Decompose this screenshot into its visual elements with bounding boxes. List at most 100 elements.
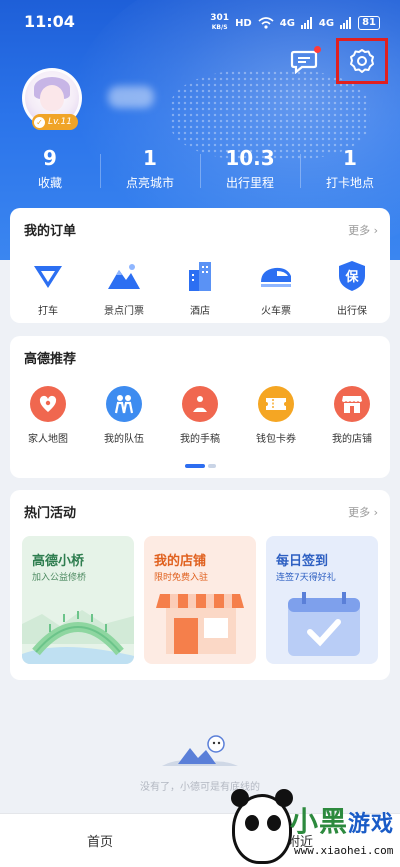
- panda-mascot: [231, 789, 293, 864]
- shield-icon: 保: [339, 261, 365, 291]
- orders-title: 我的订单: [24, 224, 77, 239]
- order-label: 打车: [38, 306, 58, 317]
- activity-subtitle: 连签7天得好礼: [276, 573, 336, 583]
- chevron-right-icon: ›: [373, 506, 378, 519]
- panda-eye: [267, 815, 281, 831]
- brand-main: 小黑: [290, 805, 349, 838]
- page-dot-active: [185, 464, 205, 468]
- stats-row: 9 收藏 1 点亮城市 10.3 出行里程 1 打卡地点: [0, 146, 400, 196]
- activity-subtitle: 限时免费入驻: [154, 573, 209, 583]
- gear-icon: [350, 49, 374, 73]
- order-item-tickets[interactable]: 景点门票: [86, 258, 162, 317]
- hotel-icon: [189, 262, 211, 291]
- activity-title: 每日签到: [276, 554, 329, 569]
- order-label: 景点门票: [104, 306, 144, 317]
- stat-value: 9: [43, 146, 57, 170]
- page-dot: [208, 464, 216, 468]
- avatar-face: [40, 85, 64, 111]
- stat-label: 打卡地点: [325, 176, 374, 190]
- unread-dot: [314, 46, 321, 53]
- order-item-hotel[interactable]: 酒店: [162, 258, 238, 317]
- orders-card: 我的订单 更多 › 打车 景点门票 酒店 火车票 保 出行保: [10, 208, 390, 323]
- order-label: 酒店: [190, 306, 210, 317]
- wifi-icon: [258, 17, 274, 29]
- recommend-item-team[interactable]: 我的队伍: [86, 386, 162, 445]
- more-label: 更多: [348, 506, 371, 519]
- signal-bars-icon-2: [340, 17, 352, 29]
- team-icon: [114, 395, 134, 414]
- signal-1: 4G: [279, 17, 295, 29]
- order-item-taxi[interactable]: 打车: [10, 258, 86, 317]
- signal-2: 4G: [318, 17, 335, 29]
- activity-shop[interactable]: 我的店铺 限时免费入驻: [144, 536, 256, 664]
- message-icon: [290, 50, 318, 75]
- order-label: 火车票: [261, 306, 291, 317]
- recommend-label: 钱包卡券: [256, 434, 296, 445]
- stat-value: 1: [143, 146, 157, 170]
- bridge-illustration: [22, 610, 134, 664]
- tab-home[interactable]: 首页: [0, 814, 200, 867]
- chevron-right-icon: ›: [373, 224, 378, 237]
- recommend-item-manuscript[interactable]: 我的手稿: [162, 386, 238, 445]
- recommend-label: 我的手稿: [180, 434, 220, 445]
- activities-more-link[interactable]: 更多 ›: [348, 504, 378, 520]
- stat-value: 10.3: [225, 146, 275, 170]
- order-item-insurance[interactable]: 保 出行保: [314, 258, 390, 317]
- recommend-title: 高德推荐: [24, 352, 77, 367]
- stat-favorites[interactable]: 9 收藏: [0, 146, 100, 196]
- mountain-icon: [108, 264, 140, 289]
- status-time: 11:04: [24, 12, 75, 31]
- watermark-logo: 小黑游戏 www.xiaohei.com: [228, 789, 400, 867]
- recommend-label: 我的店铺: [332, 434, 372, 445]
- signal-bars-icon: [300, 17, 312, 29]
- coupon-icon: [266, 398, 286, 410]
- settings-button[interactable]: [336, 38, 388, 84]
- stat-mileage[interactable]: 10.3 出行里程: [200, 146, 300, 196]
- tab-label: 首页: [86, 835, 113, 850]
- net-speed-value: 301: [210, 13, 230, 23]
- orders-icon-row: 打车 景点门票 酒店 火车票 保 出行保: [10, 258, 390, 317]
- recommend-item-coupon[interactable]: 钱包卡券: [238, 386, 314, 445]
- carousel-indicator: [185, 464, 216, 468]
- activity-checkin[interactable]: 每日签到 连签7天得好礼: [266, 536, 378, 664]
- level-text: Lv.11: [48, 117, 72, 127]
- more-label: 更多: [348, 224, 371, 237]
- panda-eye: [245, 815, 259, 831]
- brand-sub: 游戏: [348, 812, 395, 837]
- order-item-train[interactable]: 火车票: [238, 258, 314, 317]
- battery-indicator: 81: [358, 16, 380, 30]
- shop-illustration: [156, 594, 244, 654]
- recommend-icon-row: 家人地图 我的队伍 我的手稿 钱包卡券 我的店铺: [10, 386, 390, 445]
- check-icon: ✓: [34, 116, 45, 128]
- net-speed: 301 KB/S: [210, 14, 229, 32]
- recommend-card: 高德推荐 家人地图 我的队伍 我的手稿 钱包卡券 我的店铺: [10, 336, 390, 478]
- recommend-label: 家人地图: [28, 434, 68, 445]
- activities-title: 热门活动: [24, 506, 77, 521]
- stat-cities[interactable]: 1 点亮城市: [100, 146, 200, 196]
- activity-bridge[interactable]: 高德小桥 加入公益修桥: [22, 536, 134, 664]
- mascot-illustration: [162, 735, 238, 766]
- watermark-brand: 小黑游戏: [290, 800, 394, 840]
- taxi-icon: [34, 266, 62, 288]
- stat-checkins[interactable]: 1 打卡地点: [300, 146, 400, 196]
- svg-text:保: 保: [344, 269, 359, 285]
- level-badge: ✓ Lv.11: [32, 114, 78, 130]
- recommend-item-shop[interactable]: 我的店铺: [314, 386, 390, 445]
- hd-indicator: HD: [235, 17, 252, 29]
- message-button[interactable]: [290, 46, 321, 75]
- activity-title: 高德小桥: [32, 554, 85, 569]
- status-indicators: 301 KB/S HD 4G 4G 81: [210, 14, 380, 32]
- net-speed-unit: KB/S: [211, 24, 228, 31]
- train-icon: [261, 267, 291, 287]
- panda-ear: [231, 789, 249, 807]
- calendar-illustration: [288, 592, 360, 656]
- watermark-url: www.xiaohei.com: [294, 844, 394, 857]
- recommend-item-family-map[interactable]: 家人地图: [10, 386, 86, 445]
- orders-more-link[interactable]: 更多 ›: [348, 222, 378, 238]
- stat-label: 点亮城市: [125, 176, 174, 190]
- manuscript-icon: [193, 396, 207, 412]
- username-blurred: [108, 86, 154, 108]
- order-label: 出行保: [337, 306, 367, 317]
- activity-subtitle: 加入公益修桥: [32, 573, 87, 583]
- stat-label: 收藏: [37, 176, 62, 190]
